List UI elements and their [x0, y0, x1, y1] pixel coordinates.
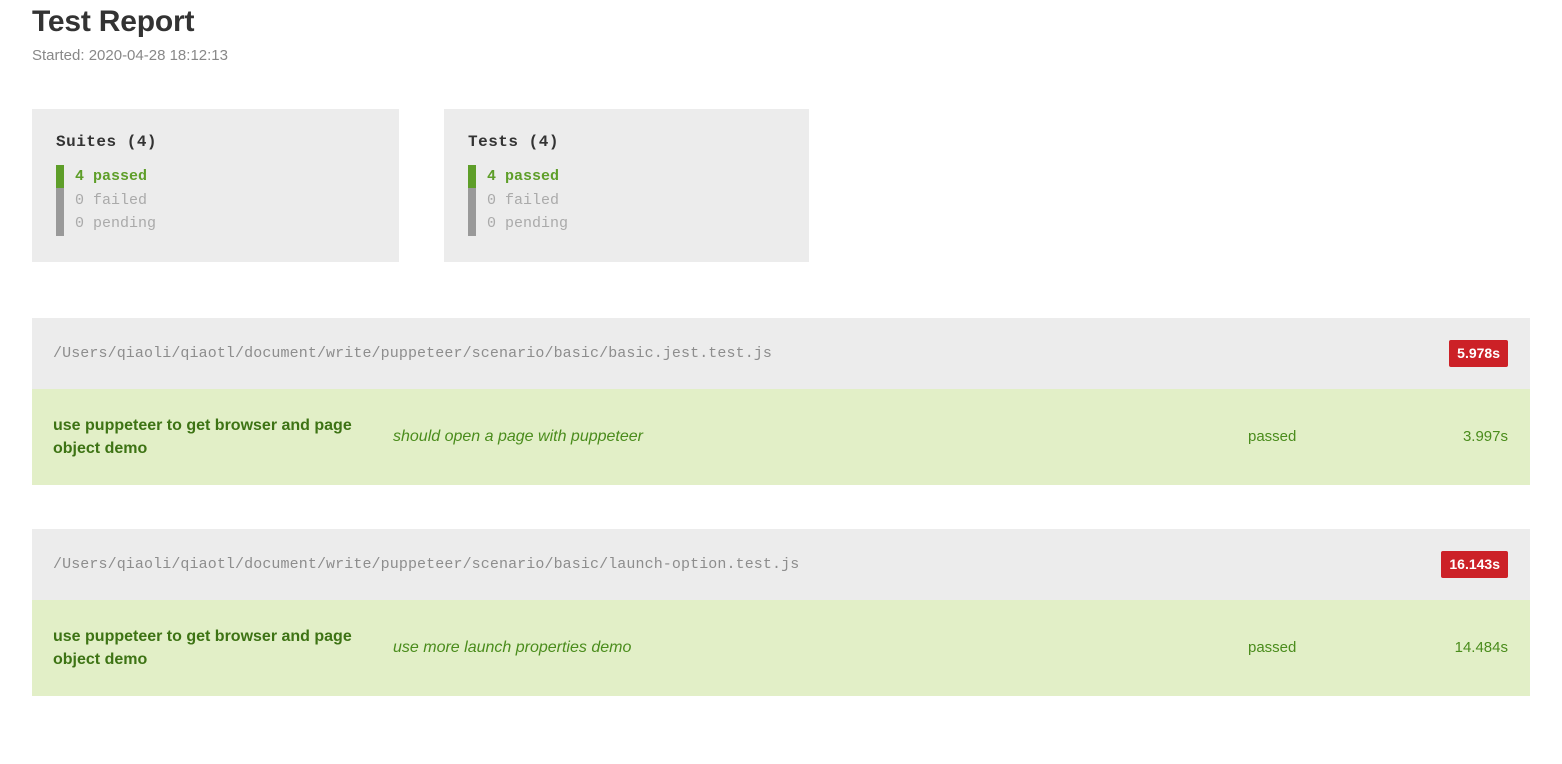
test-title: use more launch properties demo: [393, 639, 632, 656]
table-row[interactable]: use puppeteer to get browser and page ob…: [32, 599, 1530, 696]
summary-box-suites: Suites (4) 4 passed 0 failed 0 pending: [32, 109, 399, 262]
summary-tests-body: 4 passed 0 failed 0 pending: [468, 165, 785, 236]
summary-suites-pending: 0 pending: [75, 215, 157, 232]
test-duration: 3.997s: [1462, 428, 1508, 445]
test-title: should open a page with puppeteer: [393, 428, 643, 445]
bar-segment-remaining: [468, 188, 476, 236]
table-row[interactable]: use puppeteer to get browser and page ob…: [32, 388, 1530, 485]
suite-header[interactable]: /Users/qiaoli/qiaotl/document/write/pupp…: [32, 528, 1530, 600]
summary-suites-passed: 4 passed: [75, 168, 148, 185]
summary-tests-lines: 4 passed 0 failed 0 pending: [487, 165, 568, 236]
summary-box-tests: Tests (4) 4 passed 0 failed 0 pending: [444, 109, 809, 262]
summary-tests-failed: 0 failed: [487, 191, 560, 209]
status-badge: passed: [1248, 428, 1297, 445]
suite-block: /Users/qiaoli/qiaotl/document/write/pupp…: [32, 317, 1530, 485]
bar-segment-remaining: [56, 188, 64, 236]
bar-segment-passed: [56, 165, 64, 189]
summary-suites-bar: [56, 165, 64, 236]
summary-tests-pending: 0 pending: [487, 215, 569, 232]
suite-header[interactable]: /Users/qiaoli/qiaotl/document/write/pupp…: [32, 317, 1530, 389]
bar-segment-passed: [468, 165, 476, 189]
page-title: Test Report: [32, 5, 195, 38]
test-suite-name: use puppeteer to get browser and page ob…: [53, 416, 352, 457]
test-suite-name: use puppeteer to get browser and page ob…: [53, 627, 352, 668]
summary-tests-heading: Tests (4): [468, 133, 559, 151]
summary-suites-heading: Suites (4): [56, 133, 158, 151]
suite-list: /Users/qiaoli/qiaotl/document/write/pupp…: [32, 317, 1530, 696]
summary-tests-passed: 4 passed: [487, 168, 560, 185]
summary-suites-lines: 4 passed 0 failed 0 pending: [75, 165, 156, 236]
test-duration: 14.484s: [1454, 639, 1508, 656]
summary-tests-bar: [468, 165, 476, 236]
status-badge: passed: [1248, 639, 1297, 656]
suite-file-path: /Users/qiaoli/qiaotl/document/write/pupp…: [53, 555, 800, 573]
summary-suites-failed: 0 failed: [75, 191, 148, 209]
suite-duration-badge: 5.978s: [1449, 339, 1508, 367]
summary-suites-body: 4 passed 0 failed 0 pending: [56, 165, 375, 236]
report-started-timestamp: Started: 2020-04-28 18:12:13: [32, 47, 228, 64]
suite-block: /Users/qiaoli/qiaotl/document/write/pupp…: [32, 528, 1530, 696]
suite-duration-badge: 16.143s: [1441, 550, 1508, 578]
suite-file-path: /Users/qiaoli/qiaotl/document/write/pupp…: [53, 344, 773, 362]
report-page: Test Report Started: 2020-04-28 18:12:13…: [0, 0, 1562, 696]
summary-row: Suites (4) 4 passed 0 failed 0 pending T…: [32, 109, 1530, 262]
